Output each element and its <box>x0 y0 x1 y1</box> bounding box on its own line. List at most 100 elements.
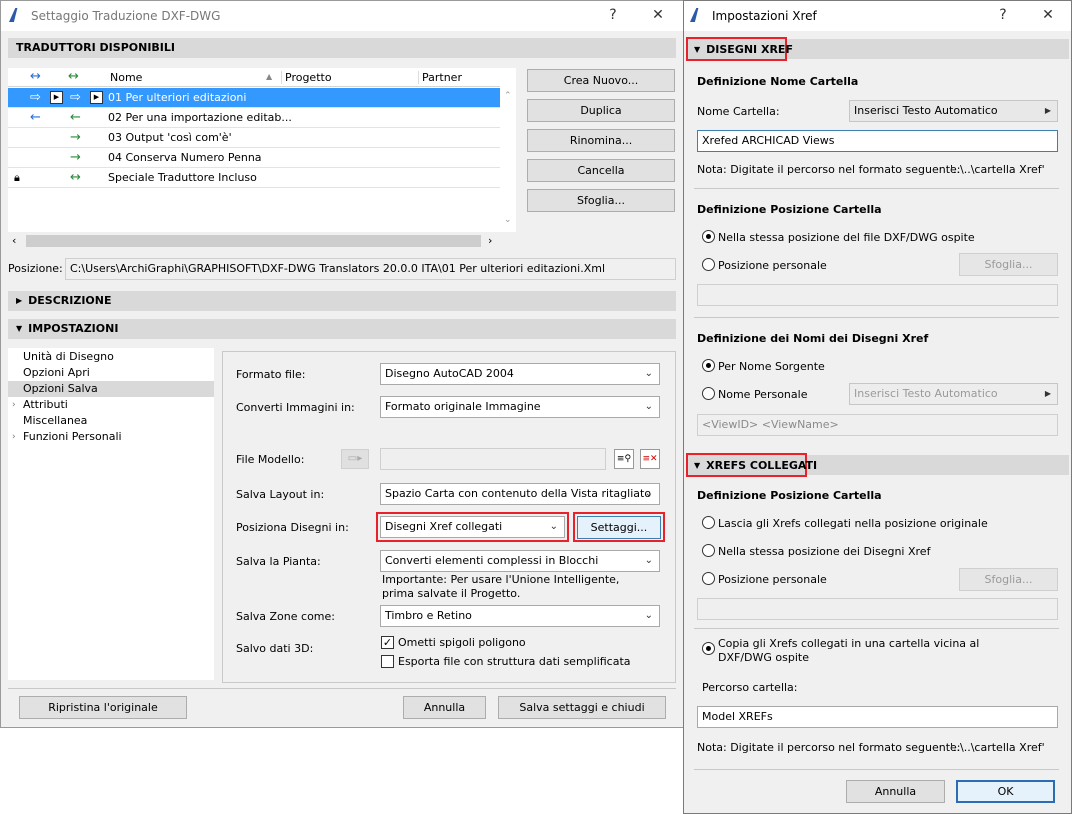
section-linked-label: ▼ XREFS COLLEGATI <box>694 459 817 472</box>
omit-edges-checkbox[interactable]: ✓ <box>381 636 394 649</box>
place-drawings-label: Posiziona Disegni in: <box>236 521 349 534</box>
scroll-left-icon[interactable]: ‹ <box>12 234 16 247</box>
file-format-select[interactable]: Disegno AutoCAD 2004 ⌄ <box>380 363 660 385</box>
by-source-radio[interactable] <box>702 359 715 372</box>
help-button[interactable]: ? <box>995 7 1011 23</box>
leave-original-radio[interactable] <box>702 516 715 529</box>
chevron-down-icon: ⌄ <box>644 610 653 621</box>
template-field <box>380 448 606 470</box>
expand-icon[interactable]: › <box>12 397 16 413</box>
left-arrow-icon: ← <box>30 110 41 125</box>
same-as-xref-radio[interactable] <box>702 544 715 557</box>
list-item[interactable]: → 04 Conserva Numero Penna <box>8 148 500 168</box>
archicad-icon <box>9 8 18 22</box>
folder-path-label: Percorso cartella: <box>702 681 798 694</box>
save-close-button[interactable]: Salva settaggi e chiudi <box>498 696 666 719</box>
tree-item[interactable]: Opzioni Apri <box>23 365 90 381</box>
list-item[interactable]: 🔒︎ ↔ Speciale Traduttore Incluso <box>8 168 500 188</box>
list-item[interactable]: ← ← 02 Per una importazione editab... <box>8 108 500 128</box>
xref-settings-button[interactable]: Settaggi... <box>577 516 661 539</box>
rename-button[interactable]: Rinomina... <box>527 129 675 152</box>
right-arrow-icon: ⇨ <box>30 90 41 105</box>
collapse-icon: ▼ <box>694 45 701 54</box>
chevron-down-icon: ⌄ <box>644 401 653 412</box>
expand-icon: ▶ <box>16 296 23 305</box>
scroll-up-icon[interactable]: ⌃ <box>504 91 512 101</box>
by-source-label: Per Nome Sorgente <box>718 360 825 373</box>
list-item[interactable]: ⇨ ▶ ⇨ ▶ 01 Per ulteriori editazioni <box>8 88 500 108</box>
scroll-thumb[interactable] <box>26 235 481 247</box>
section-settings-label: IMPOSTAZIONI <box>28 322 119 335</box>
close-button[interactable]: ✕ <box>1040 7 1056 23</box>
scroll-right-icon[interactable]: › <box>488 234 492 247</box>
archicad-icon <box>690 8 699 22</box>
save-plan-select[interactable]: Converti elementi complessi in Blocchi ⌄ <box>380 550 660 572</box>
folder-name-input[interactable]: Xrefed ARCHICAD Views <box>697 130 1058 152</box>
chevron-down-icon: ⌄ <box>644 555 653 566</box>
layout-value: Spazio Carta con contenuto della Vista r… <box>385 487 652 500</box>
list-item[interactable]: → 03 Output 'così com'è' <box>8 128 500 148</box>
ok-button[interactable]: OK <box>956 780 1055 803</box>
custom-name-label: Nome Personale <box>718 388 808 401</box>
new-button[interactable]: Crea Nuovo... <box>527 69 675 92</box>
custom-position-radio[interactable] <box>702 258 715 271</box>
collapse-icon: ▼ <box>16 324 23 333</box>
browse-button[interactable]: Sfoglia... <box>527 189 675 212</box>
lock-icon: 🔒︎ <box>14 171 20 184</box>
divider <box>694 628 1059 629</box>
same-position-radio[interactable] <box>702 230 715 243</box>
clear-file-icon[interactable]: ≡✕ <box>640 449 660 469</box>
column-project[interactable]: Progetto <box>281 71 332 84</box>
scroll-down-icon[interactable]: ⌄ <box>504 215 512 225</box>
cancel-button[interactable]: Annulla <box>846 780 945 803</box>
tree-item[interactable]: Funzioni Personali <box>23 429 122 445</box>
title-bar: Impostazioni Xref ? ✕ <box>684 1 1071 31</box>
restore-button[interactable]: Ripristina l'originale <box>19 696 187 719</box>
close-button[interactable]: ✕ <box>650 7 666 23</box>
save-zones-label: Salva Zone come: <box>236 610 335 623</box>
tree-item[interactable]: Attributi <box>23 397 68 413</box>
export-simplified-label: Esporta file con struttura dati semplifi… <box>398 655 631 668</box>
section-xref-label: ▼ DISEGNI XREF <box>694 43 793 56</box>
browse-file-icon[interactable]: ≡⚲ <box>614 449 634 469</box>
cancel-button[interactable]: Annulla <box>403 696 486 719</box>
folder-path-input[interactable]: Model XREFs <box>697 706 1058 728</box>
tree-item[interactable]: Miscellanea <box>23 413 87 429</box>
expand-icon[interactable]: › <box>12 429 16 445</box>
custom-position-label: Posizione personale <box>718 259 827 272</box>
convert-images-label: Converti Immagini in: <box>236 401 355 414</box>
file-format-label: Formato file: <box>236 368 306 381</box>
delete-button[interactable]: Cancella <box>527 159 675 182</box>
custom-name-autotext[interactable]: Inserisci Testo Automatico ▶ <box>849 383 1058 405</box>
section-description[interactable]: ▶ DESCRIZIONE <box>8 291 676 311</box>
copy-nearby-radio[interactable] <box>702 642 715 655</box>
chevron-down-icon: ⌄ <box>549 521 558 532</box>
section-settings[interactable]: ▼ IMPOSTAZIONI <box>8 319 676 339</box>
column-partner[interactable]: Partner <box>418 71 462 84</box>
help-button[interactable]: ? <box>605 7 621 23</box>
column-name[interactable]: Nome <box>110 71 142 84</box>
left-arrow-icon: ← <box>70 110 81 125</box>
folder-name-autotext[interactable]: Inserisci Testo Automatico ▶ <box>849 100 1058 122</box>
export-simplified-checkbox[interactable] <box>381 655 394 668</box>
tree-item[interactable]: Unità di Disegno <box>23 349 114 365</box>
linked-custom-radio[interactable] <box>702 572 715 585</box>
convert-images-select[interactable]: Formato originale Immagine ⌄ <box>380 396 660 418</box>
section-xref-text: DISEGNI XREF <box>706 43 793 56</box>
right-arrow-icon: → <box>70 130 81 145</box>
duplicate-button[interactable]: Duplica <box>527 99 675 122</box>
horizontal-scrollbar[interactable]: ‹ › <box>8 233 500 250</box>
browse-button[interactable]: Sfoglia... <box>959 568 1058 591</box>
layout-select[interactable]: Spazio Carta con contenuto della Vista r… <box>380 483 660 505</box>
folder-icon[interactable]: ▭▸ <box>341 449 369 469</box>
sort-icon: ▲ <box>266 72 273 81</box>
save-zones-select[interactable]: Timbro e Retino ⌄ <box>380 605 660 627</box>
xref-settings-dialog: Impostazioni Xref ? ✕ ▼ DISEGNI XREF Defi… <box>683 0 1072 814</box>
place-drawings-select[interactable]: Disegni Xref collegati ⌄ <box>380 516 565 538</box>
browse-button[interactable]: Sfoglia... <box>959 253 1058 276</box>
linked-position-heading: Definizione Posizione Cartella <box>697 489 882 502</box>
custom-name-radio[interactable] <box>702 387 715 400</box>
tree-item[interactable]: Opzioni Salva <box>23 381 98 397</box>
window-title: Settaggio Traduzione DXF-DWG <box>31 9 221 23</box>
convert-images-value: Formato originale Immagine <box>385 400 541 413</box>
